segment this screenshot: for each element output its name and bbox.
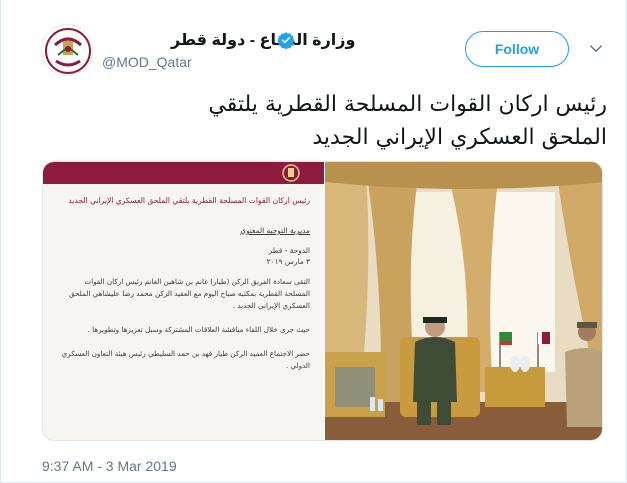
tweet-text: رئيس اركان القوات المسلحة القطرية يلتقي … bbox=[53, 88, 607, 154]
tweet-card: وزارة الدفاع - دولة قطر @MOD_Qatar Follo… bbox=[0, 0, 627, 483]
chevron-down-icon[interactable] bbox=[587, 40, 605, 58]
document-paragraph-3: حضر الاجتماع العميد الركن طيار فهد بن حم… bbox=[61, 349, 310, 370]
document-page: رئيس اركان القوات المسلحة القطرية يلتقي … bbox=[43, 184, 324, 440]
document-place: الدوحة - قطر bbox=[268, 246, 310, 255]
document-banner bbox=[43, 162, 324, 184]
follow-button[interactable]: Follow bbox=[465, 31, 569, 67]
document-date: ٣ مارس ٢٠١٩ bbox=[266, 257, 310, 266]
meeting-photo[interactable] bbox=[325, 162, 602, 440]
tweet-timestamp[interactable]: 9:37 AM - 3 Mar 2019 bbox=[42, 458, 177, 474]
document-paragraph-2: حيث جرى خلال اللقاء مناقشة العلاقات المش… bbox=[87, 325, 310, 334]
ministry-emblem-icon bbox=[43, 26, 92, 75]
account-name[interactable]: وزارة الدفاع - دولة قطر bbox=[171, 30, 355, 50]
meeting-photo-illustration bbox=[325, 162, 602, 440]
ministry-emblem-icon bbox=[282, 164, 300, 182]
document-department: مديرية التوجيه المعنوي bbox=[240, 226, 310, 235]
account-avatar[interactable] bbox=[41, 24, 93, 76]
document-title: رئيس اركان القوات المسلحة القطرية يلتقي … bbox=[68, 196, 310, 205]
tweet-media[interactable]: رئيس اركان القوات المسلحة القطرية يلتقي … bbox=[42, 161, 603, 441]
account-handle[interactable]: @MOD_Qatar bbox=[102, 54, 192, 70]
document-paragraph-1: التقى سعادة الفريق الركن (طيار) غانم بن … bbox=[69, 277, 310, 310]
verified-badge-icon bbox=[277, 32, 295, 49]
press-release-image[interactable]: رئيس اركان القوات المسلحة القطرية يلتقي … bbox=[43, 162, 324, 440]
tweet-text-line-2: الملحق العسكري الإيراني الجديد bbox=[312, 125, 607, 150]
tweet-text-line-1: رئيس اركان القوات المسلحة القطرية يلتقي bbox=[208, 92, 607, 117]
